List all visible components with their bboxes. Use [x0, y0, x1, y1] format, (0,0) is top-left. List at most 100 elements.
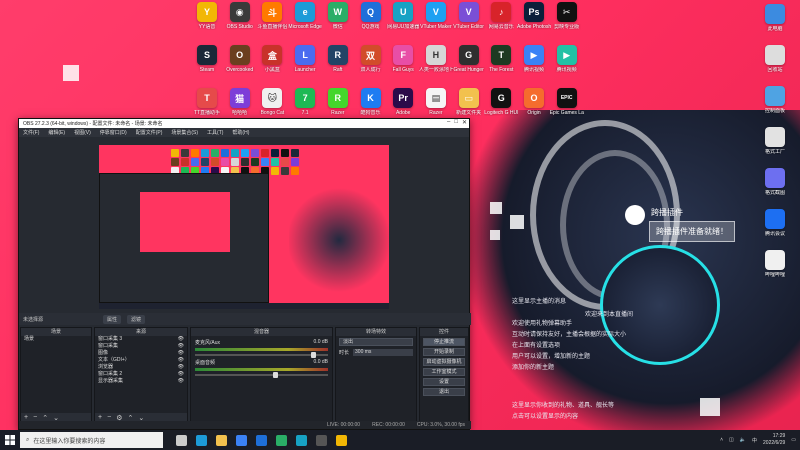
minimize-icon[interactable]: – — [447, 119, 450, 126]
desktop-icon[interactable]: ▶ 腾讯视频 — [550, 45, 584, 73]
desktop-icon[interactable]: S Steam — [190, 45, 224, 73]
taskbar-app-edge[interactable] — [191, 430, 211, 450]
desktop-icon[interactable]: F Fall Guys — [386, 45, 420, 73]
source-item[interactable]: 窗口采集 👁 — [95, 343, 187, 350]
eye-icon[interactable]: 👁 — [178, 350, 184, 357]
volume-icon[interactable]: 🔈 — [740, 437, 746, 443]
control-button[interactable]: 停止推流 — [423, 338, 465, 346]
slider-knob[interactable] — [273, 372, 279, 378]
desktop-icon[interactable]: L Launcher — [288, 45, 322, 73]
source-item[interactable]: 图像 👁 — [95, 350, 187, 357]
desktop-icon[interactable]: Pr Adobe — [386, 88, 420, 116]
taskbar-app-wechat[interactable] — [271, 430, 291, 450]
volume-slider[interactable] — [195, 372, 328, 378]
taskbar-app-store[interactable] — [231, 430, 251, 450]
desktop-icon[interactable]: G Logitech G HUB — [484, 88, 518, 116]
source-item[interactable]: 文本（GDI+） 👁 — [95, 357, 187, 364]
desktop-icon[interactable]: O Overcooked — [223, 45, 257, 73]
desktop-icon[interactable]: EPIC Epic Games Launcher — [550, 88, 584, 116]
menu-item[interactable]: 帮助(H) — [232, 129, 249, 136]
eye-icon[interactable]: 👁 — [178, 371, 184, 378]
eye-icon[interactable]: 👁 — [178, 336, 184, 343]
desktop-icon[interactable]: K 酷狗音乐 — [354, 88, 388, 116]
menu-item[interactable]: 停靠窗口(D) — [100, 129, 127, 136]
desktop-icon[interactable]: T TT直播助手 — [190, 88, 224, 116]
desktop-icon[interactable]: 双双人成行 — [354, 45, 388, 73]
taskbar-app-app[interactable] — [331, 430, 351, 450]
menu-item[interactable]: 场景集合(S) — [171, 129, 198, 136]
taskbar-app-obs[interactable] — [311, 430, 331, 450]
add-icon[interactable]: + — [98, 414, 102, 421]
source-item[interactable]: 窗口采集 3 👁 — [95, 336, 187, 343]
desktop-icon[interactable]: 此电脑 — [758, 4, 792, 32]
desktop-icon[interactable]: 猫哈哈哈 — [223, 88, 257, 116]
remove-icon[interactable]: − — [107, 414, 111, 421]
taskbar-app-mail[interactable] — [251, 430, 271, 450]
remove-icon[interactable]: − — [33, 414, 37, 421]
filters-button[interactable]: 滤镜 — [127, 314, 146, 324]
eye-icon[interactable]: 👁 — [178, 357, 184, 364]
notification-icon[interactable]: ▭ — [791, 437, 796, 443]
desktop-icon[interactable]: 🐱 Bongo Cat — [255, 88, 289, 116]
taskbar-app-netease[interactable] — [291, 430, 311, 450]
input-method[interactable]: 中 — [752, 437, 757, 444]
scene-item[interactable]: 场景 — [21, 336, 91, 343]
chevron-up-icon[interactable]: ˄ — [720, 437, 723, 443]
desktop-icon[interactable]: 格式工厂 — [758, 127, 792, 155]
control-button[interactable]: 启动虚拟摄像机 — [423, 358, 465, 366]
desktop-icon[interactable]: 回收站 — [758, 45, 792, 73]
desktop-icon[interactable]: ✂ 剪映专业版 — [550, 2, 584, 30]
slider-knob[interactable] — [311, 352, 317, 358]
obs-titlebar[interactable]: OBS 27.2.3 (64-bit, windows) - 配置文件: 未命名… — [19, 119, 469, 128]
menu-item[interactable]: 编辑(E) — [48, 129, 65, 136]
control-button[interactable]: 工作室模式 — [423, 368, 465, 376]
desktop-icon[interactable]: G Great Hunger — [452, 45, 486, 73]
properties-button[interactable]: 属性 — [103, 314, 122, 324]
desktop-icon[interactable]: V VTuber Editor — [452, 2, 486, 30]
desktop-icon[interactable]: 哔哩哔哩 — [758, 250, 792, 278]
desktop-icon[interactable]: ♪ 网易云音乐 — [484, 2, 518, 30]
start-button[interactable] — [0, 430, 20, 450]
eye-icon[interactable]: 👁 — [178, 378, 184, 385]
obs-preview-canvas[interactable] — [99, 145, 389, 309]
maximize-icon[interactable]: □ — [454, 119, 458, 126]
control-button[interactable]: 开始录制 — [423, 348, 465, 356]
add-icon[interactable]: + — [24, 414, 28, 421]
source-item[interactable]: 窗口采集 2 👁 — [95, 371, 187, 378]
desktop-icon[interactable]: V VTuber Maker — [419, 2, 453, 30]
desktop-icon[interactable]: O Origin — [517, 88, 551, 116]
desktop-icon[interactable]: Q QQ游戏 — [354, 2, 388, 30]
desktop-icon[interactable]: 斗斗鱼直播伴侣 — [255, 2, 289, 30]
duration-input[interactable]: 300 ms — [353, 349, 413, 356]
desktop-icon[interactable]: ▶ 腾讯视频 — [517, 45, 551, 73]
desktop-icon[interactable]: Ps Adobe Photosh... — [517, 2, 551, 30]
taskbar-search[interactable]: ⌕ 在这里输入你要搜索的内容 — [20, 432, 163, 448]
network-icon[interactable]: ◫ — [729, 437, 734, 443]
desktop-icon[interactable]: 盒小黑盒 — [255, 45, 289, 73]
volume-slider[interactable] — [195, 352, 328, 358]
control-button[interactable]: 退出 — [423, 388, 465, 396]
clock[interactable]: 17:29 2022/6/29 — [763, 433, 785, 447]
eye-icon[interactable]: 👁 — [178, 364, 184, 371]
close-icon[interactable]: ✕ — [462, 119, 467, 126]
desktop-icon[interactable]: W 微信 — [321, 2, 355, 30]
desktop-icon[interactable]: ▭ 新建文件夹 — [452, 88, 486, 116]
desktop-icon[interactable]: ◉ OBS Studio — [223, 2, 257, 30]
taskbar-app-task-view[interactable] — [171, 430, 191, 450]
source-item[interactable]: 浏览器 👁 — [95, 364, 187, 371]
menu-item[interactable]: 配置文件(P) — [136, 129, 163, 136]
eye-icon[interactable]: 👁 — [178, 343, 184, 350]
desktop-icon[interactable]: U 网易UU加速器 — [386, 2, 420, 30]
desktop-icon[interactable]: 控制面板 — [758, 86, 792, 114]
desktop-icon[interactable]: e Microsoft Edge — [288, 2, 322, 30]
menu-item[interactable]: 文件(F) — [23, 129, 39, 136]
desktop-icon[interactable]: R Razer — [321, 88, 355, 116]
desktop-icon[interactable]: 7 7.1 — [288, 88, 322, 116]
desktop-icon[interactable]: H 人类一败涂地 Human Fa... — [419, 45, 453, 73]
desktop-icon[interactable]: ▤ Razer — [419, 88, 453, 116]
desktop-icon[interactable]: 格式截图 — [758, 168, 792, 196]
menu-item[interactable]: 工具(T) — [207, 129, 223, 136]
menu-item[interactable]: 视图(V) — [74, 129, 91, 136]
desktop-icon[interactable]: 腾讯会议 — [758, 209, 792, 237]
transition-select[interactable]: 淡出 — [339, 338, 413, 346]
